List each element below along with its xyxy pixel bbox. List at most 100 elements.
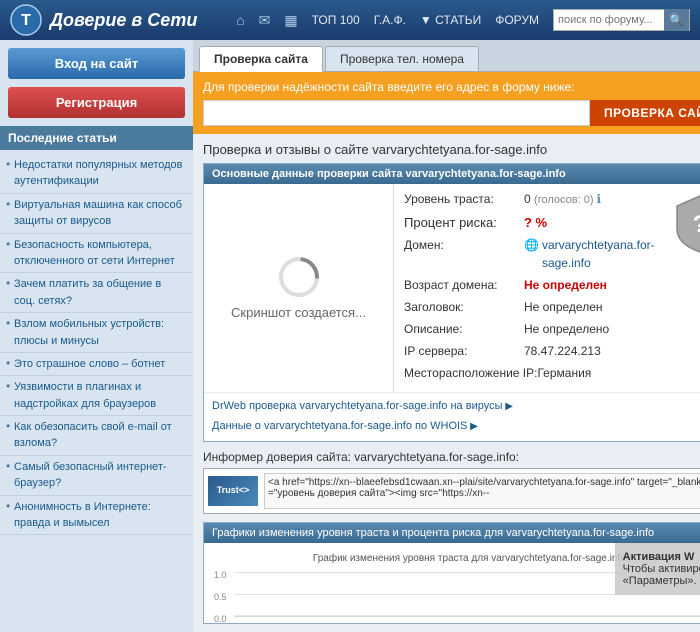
- grid-icon[interactable]: ▦: [284, 12, 297, 29]
- list-item: Анонимность в Интернете: правда и вымысе…: [0, 496, 193, 536]
- svg-text:?: ?: [692, 211, 700, 238]
- site-header-value: Не определен: [524, 298, 603, 316]
- age-row: Возраст домена: Не определен: [404, 276, 655, 294]
- screenshot-text: Скриншот создается...: [231, 305, 366, 320]
- sidebar-articles-title: Последние статьи: [0, 126, 193, 150]
- graph-content: График изменения уровня траста для varva…: [204, 543, 700, 623]
- main-data-box: Основные данные проверки сайта varvarych…: [203, 163, 700, 442]
- site-info: Уровень траста: 0 (голосов: 0) ℹ Процент…: [394, 184, 665, 392]
- percent-row: Процент риска: ? %: [404, 213, 655, 233]
- site-title: Доверие в Сети: [50, 10, 197, 31]
- trust-votes: (голосов: 0): [534, 194, 597, 206]
- nav-articles[interactable]: ▼ СТАТЬИ: [420, 13, 481, 27]
- login-button[interactable]: Вход на сайт: [8, 48, 185, 79]
- nav-top100[interactable]: ТОП 100: [312, 13, 360, 27]
- check-site-input-row: ПРОВЕРКА САЙТА: [203, 100, 700, 126]
- domain-icon: 🌐: [524, 236, 539, 254]
- drweb-link[interactable]: DrWeb проверка varvarychtetyana.for-sage…: [212, 397, 700, 417]
- ip-value: 78.47.224.213: [524, 342, 601, 360]
- shield-icon-area: ?: [665, 184, 700, 392]
- percent-value: ? %: [524, 213, 547, 233]
- search-box: 🔍: [553, 9, 690, 31]
- trust-number: 0: [524, 192, 531, 206]
- location-row: Месторасположение IP: Германия: [404, 364, 655, 382]
- informer-title: Информер доверия сайта: varvarychtetyana…: [203, 450, 700, 464]
- informer-box: Trust<> <a href="https://xn--blaeefebsd1…: [203, 468, 700, 514]
- article-link[interactable]: Это страшное слово – ботнет: [14, 358, 165, 370]
- graph-inner-title: График изменения уровня траста для varva…: [214, 553, 700, 564]
- home-icon[interactable]: ⌂: [236, 12, 244, 28]
- main-data-title: Основные данные проверки сайта varvarych…: [204, 164, 700, 184]
- article-link[interactable]: Виртуальная машина как способ защиты от …: [14, 199, 182, 227]
- informer-area: Информер доверия сайта: varvarychtetyana…: [203, 450, 700, 514]
- location-label: Месторасположение IP:: [404, 364, 537, 382]
- search-input[interactable]: [554, 12, 664, 28]
- graph-svg: [234, 570, 700, 620]
- informer-code[interactable]: <a href="https://xn--blaeefebsd1cwaan.xn…: [264, 473, 700, 509]
- article-link[interactable]: Самый безопасный интернет-браузер?: [14, 461, 167, 489]
- list-item: Самый безопасный интернет-браузер?: [0, 456, 193, 496]
- list-item: Это страшное слово – ботнет: [0, 353, 193, 376]
- main-layout: Вход на сайт Регистрация Последние стать…: [0, 40, 700, 632]
- informer-logo: Trust<>: [208, 476, 258, 506]
- desc-row: Описание: Не определено: [404, 320, 655, 338]
- tabs-bar: Проверка сайта Проверка тел. номера: [193, 40, 700, 72]
- site-header: Т Доверие в Сети ⌂ ✉ ▦ ТОП 100 Г.А.Ф. ▼ …: [0, 0, 700, 40]
- svg-text:Т: Т: [21, 12, 31, 29]
- tab-check-phone[interactable]: Проверка тел. номера: [325, 46, 479, 71]
- whois-link[interactable]: Данные о varvarychtetyana.for-sage.info …: [212, 417, 700, 437]
- screenshot-area: Скриншот создается...: [204, 184, 394, 392]
- list-item: Взлом мобильных устройств: плюсы и минус…: [0, 313, 193, 353]
- article-link[interactable]: Безопасность компьютера, отключенного от…: [14, 239, 175, 267]
- description-value: Не определено: [524, 320, 609, 338]
- register-button[interactable]: Регистрация: [8, 87, 185, 118]
- tab-check-site[interactable]: Проверка сайта: [199, 46, 323, 72]
- check-site-form: Для проверки надёжности сайта введите ег…: [193, 72, 700, 134]
- article-link[interactable]: Зачем платить за общение в соц. сетях?: [14, 278, 161, 306]
- url-input[interactable]: [203, 100, 590, 126]
- y-label-bot: 0.0: [214, 614, 227, 624]
- article-link[interactable]: Взлом мобильных устройств: плюсы и минус…: [14, 318, 164, 346]
- logo-icon: Т: [10, 4, 42, 36]
- graph-canvas: 1.0 0.5 0.0: [214, 570, 700, 625]
- article-link[interactable]: Анонимность в Интернете: правда и вымысе…: [14, 501, 151, 529]
- domain-row: Домен: 🌐 varvarychtetyana.for-sage.info: [404, 236, 655, 272]
- list-item: Уязвимости в плагинах и надстройках для …: [0, 376, 193, 416]
- nav-faq[interactable]: Г.А.Ф.: [374, 13, 406, 27]
- header-nav: ⌂ ✉ ▦ ТОП 100 Г.А.Ф. ▼ СТАТЬИ ФОРУМ 🔍: [236, 9, 690, 31]
- check-site-label: Для проверки надёжности сайта введите ег…: [203, 80, 700, 94]
- article-link[interactable]: Как обезопасить свой e-mail от взлома?: [14, 421, 172, 449]
- site-header-label: Заголовок:: [404, 298, 524, 316]
- trust-level-value: 0 (голосов: 0) ℹ: [524, 190, 601, 209]
- sidebar-articles-list: Недостатки популярных методов аутентифик…: [0, 150, 193, 539]
- trust-level-label: Уровень траста:: [404, 190, 524, 208]
- domain-value[interactable]: varvarychtetyana.for-sage.info: [542, 236, 655, 272]
- list-item: Зачем платить за общение в соц. сетях?: [0, 273, 193, 313]
- results-area: Проверка и отзывы о сайте varvarychtetya…: [193, 134, 700, 632]
- location-value: Германия: [537, 364, 591, 382]
- article-link[interactable]: Недостатки популярных методов аутентифик…: [14, 159, 183, 187]
- ip-row: IP сервера: 78.47.224.213: [404, 342, 655, 360]
- results-title: Проверка и отзывы о сайте varvarychtetya…: [203, 142, 700, 157]
- list-item: Виртуальная машина как способ защиты от …: [0, 194, 193, 234]
- trust-row: Уровень траста: 0 (голосов: 0) ℹ: [404, 190, 655, 209]
- y-label-top: 1.0: [214, 570, 227, 580]
- main-data-content: Скриншот создается... Уровень траста: 0 …: [204, 184, 700, 392]
- info-icon[interactable]: ℹ: [597, 192, 602, 206]
- age-label: Возраст домена:: [404, 276, 524, 294]
- article-link[interactable]: Уязвимости в плагинах и надстройках для …: [14, 381, 156, 409]
- description-label: Описание:: [404, 320, 524, 338]
- nav-forum[interactable]: ФОРУМ: [495, 13, 539, 27]
- check-site-button[interactable]: ПРОВЕРКА САЙТА: [590, 100, 700, 126]
- y-label-mid: 0.5: [214, 592, 227, 602]
- email-icon[interactable]: ✉: [259, 12, 271, 29]
- content-area: Проверка сайта Проверка тел. номера Для …: [193, 40, 700, 632]
- header-row: Заголовок: Не определен: [404, 298, 655, 316]
- search-button[interactable]: 🔍: [664, 9, 689, 31]
- sidebar: Вход на сайт Регистрация Последние стать…: [0, 40, 193, 632]
- ip-label: IP сервера:: [404, 342, 524, 360]
- list-item: Недостатки популярных методов аутентифик…: [0, 154, 193, 194]
- graph-area: Графики изменения уровня траста и процен…: [203, 522, 700, 624]
- shield-icon: ?: [675, 194, 700, 254]
- list-item: Безопасность компьютера, отключенного от…: [0, 234, 193, 274]
